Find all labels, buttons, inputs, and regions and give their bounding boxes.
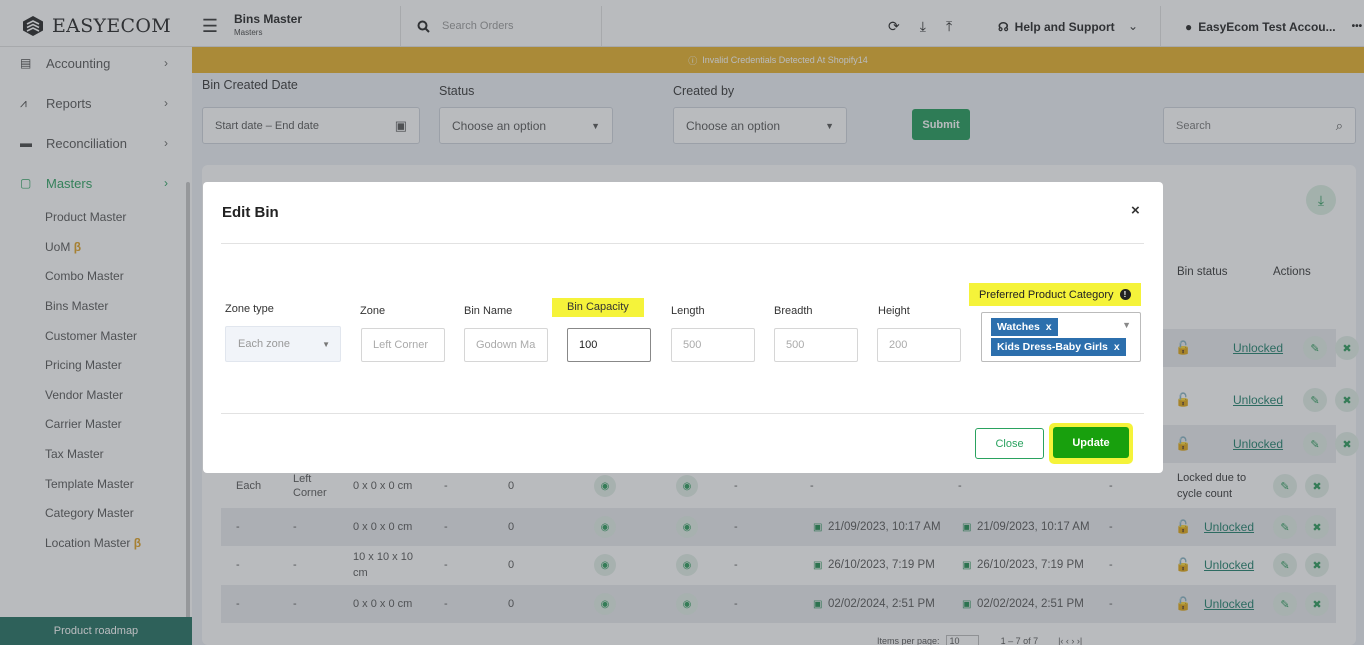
breadth-input[interactable]: 500 [774,328,858,362]
preferred-category-multiselect[interactable]: Watches x Kids Dress-Baby Girls x ▼ [981,312,1141,362]
length-label: Length [671,305,705,317]
close-button[interactable]: Close [975,428,1044,459]
info-icon[interactable]: ! [1119,289,1131,300]
tag-remove-icon[interactable]: x [1046,321,1052,333]
ppc-label-text: Preferred Product Category [979,288,1114,301]
update-button[interactable]: Update [1053,427,1129,458]
breadth-label: Breadth [774,305,813,317]
zone-type-value: Each zone [238,338,290,350]
bin-capacity-input[interactable]: 100 [567,328,651,362]
bin-name-input[interactable]: Godown Ma [464,328,548,362]
bin-name-label: Bin Name [464,305,513,317]
tag-remove-icon[interactable]: x [1114,341,1120,353]
caret-down-icon[interactable]: ▼ [1122,320,1131,330]
zone-type-label: Zone type [225,303,274,315]
length-input[interactable]: 500 [671,328,755,362]
bin-capacity-label: Bin Capacity [552,298,644,317]
modal-title: Edit Bin [222,204,279,221]
zone-type-select[interactable]: Each zone ▼ [225,326,341,362]
edit-bin-modal: Edit Bin × Zone type Each zone ▼ Zone Le… [203,182,1163,473]
zone-input[interactable]: Left Corner [361,328,445,362]
zone-label: Zone [360,305,386,317]
preferred-product-category-label: Preferred Product Category ! [969,283,1141,306]
divider [221,413,1144,414]
height-input[interactable]: 200 [877,328,961,362]
category-tag: Watches x [991,318,1058,336]
caret-down-icon: ▼ [322,339,330,349]
tag-label: Watches [997,321,1040,333]
divider [221,243,1144,244]
close-icon[interactable]: × [1131,202,1140,219]
tag-label: Kids Dress-Baby Girls [997,341,1108,353]
height-label: Height [878,305,910,317]
category-tag: Kids Dress-Baby Girls x [991,338,1126,356]
update-highlight: Update [1049,423,1133,464]
